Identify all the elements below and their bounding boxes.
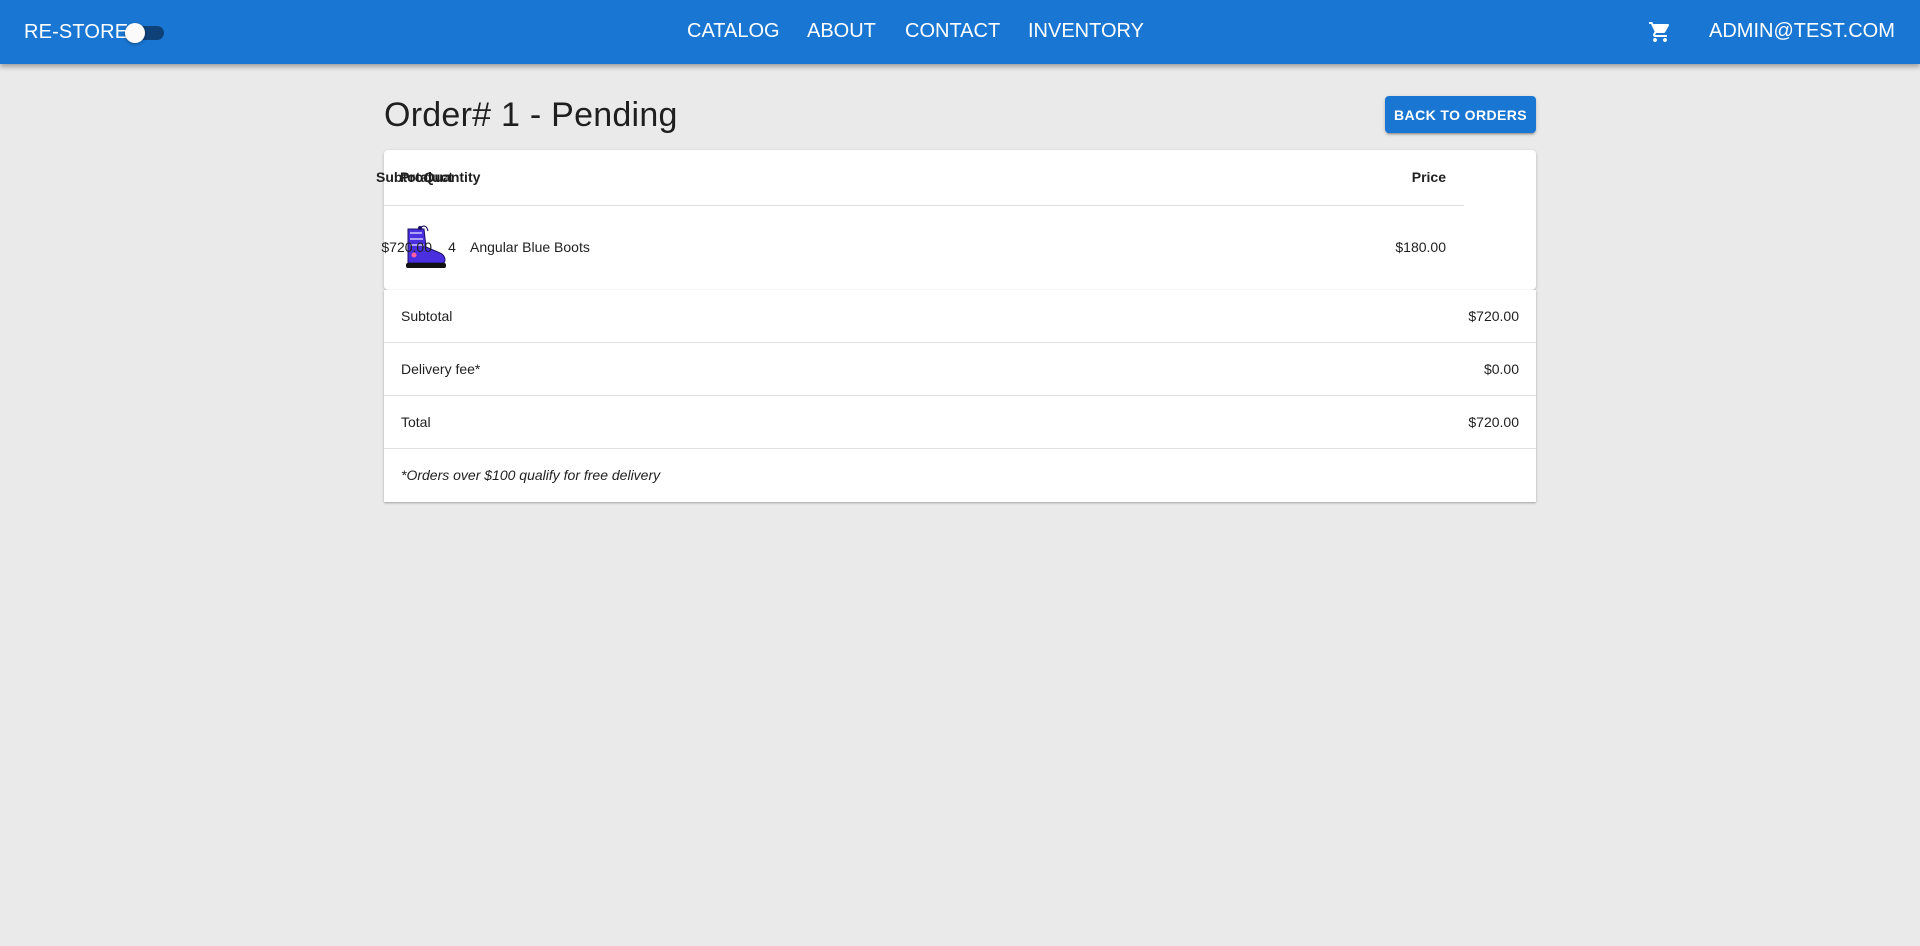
page-title: Order# 1 - Pending <box>384 96 678 134</box>
free-delivery-note: *Orders over $100 qualify for free deliv… <box>401 467 661 483</box>
dark-mode-toggle[interactable] <box>122 20 166 44</box>
shopping-cart-icon[interactable] <box>1648 20 1672 44</box>
delivery-fee-value: $0.00 <box>1483 361 1519 377</box>
order-summary: Subtotal $720.00 Delivery fee* $0.00 Tot… <box>384 290 1536 502</box>
summary-row-delivery: Delivery fee* $0.00 <box>384 343 1536 396</box>
nav-catalog[interactable]: CATALOG <box>687 20 780 43</box>
total-label: Total <box>401 414 431 430</box>
column-header-subtotal: Subtotal <box>376 169 432 185</box>
brand-title[interactable]: RE-STORE <box>24 0 128 64</box>
product-price: $180.00 <box>1395 239 1446 255</box>
delivery-fee-label: Delivery fee* <box>401 361 481 377</box>
user-menu[interactable]: ADMIN@TEST.COM <box>1709 20 1895 43</box>
summary-row-note: *Orders over $100 qualify for free deliv… <box>384 449 1536 502</box>
summary-row-subtotal: Subtotal $720.00 <box>384 290 1536 343</box>
order-items-table: Product Price Quantity Subtotal Angular … <box>376 150 1536 290</box>
app-bar: RE-STORE CATALOG ABOUT CONTACT INVENTORY… <box>0 0 1920 64</box>
back-to-orders-button[interactable]: Back to orders <box>1385 96 1536 133</box>
total-value: $720.00 <box>1468 414 1519 430</box>
toggle-thumb <box>125 23 145 43</box>
subtotal-label: Subtotal <box>401 308 453 324</box>
column-header-price: Price <box>1411 169 1446 185</box>
product-subtotal: $720.00 <box>381 239 432 255</box>
nav-about[interactable]: ABOUT <box>807 20 876 43</box>
nav-inventory[interactable]: INVENTORY <box>1028 20 1144 43</box>
summary-row-total: Total $720.00 <box>384 396 1536 449</box>
nav-contact[interactable]: CONTACT <box>905 20 1000 43</box>
header-divider <box>384 205 1464 206</box>
subtotal-value: $720.00 <box>1468 308 1519 324</box>
